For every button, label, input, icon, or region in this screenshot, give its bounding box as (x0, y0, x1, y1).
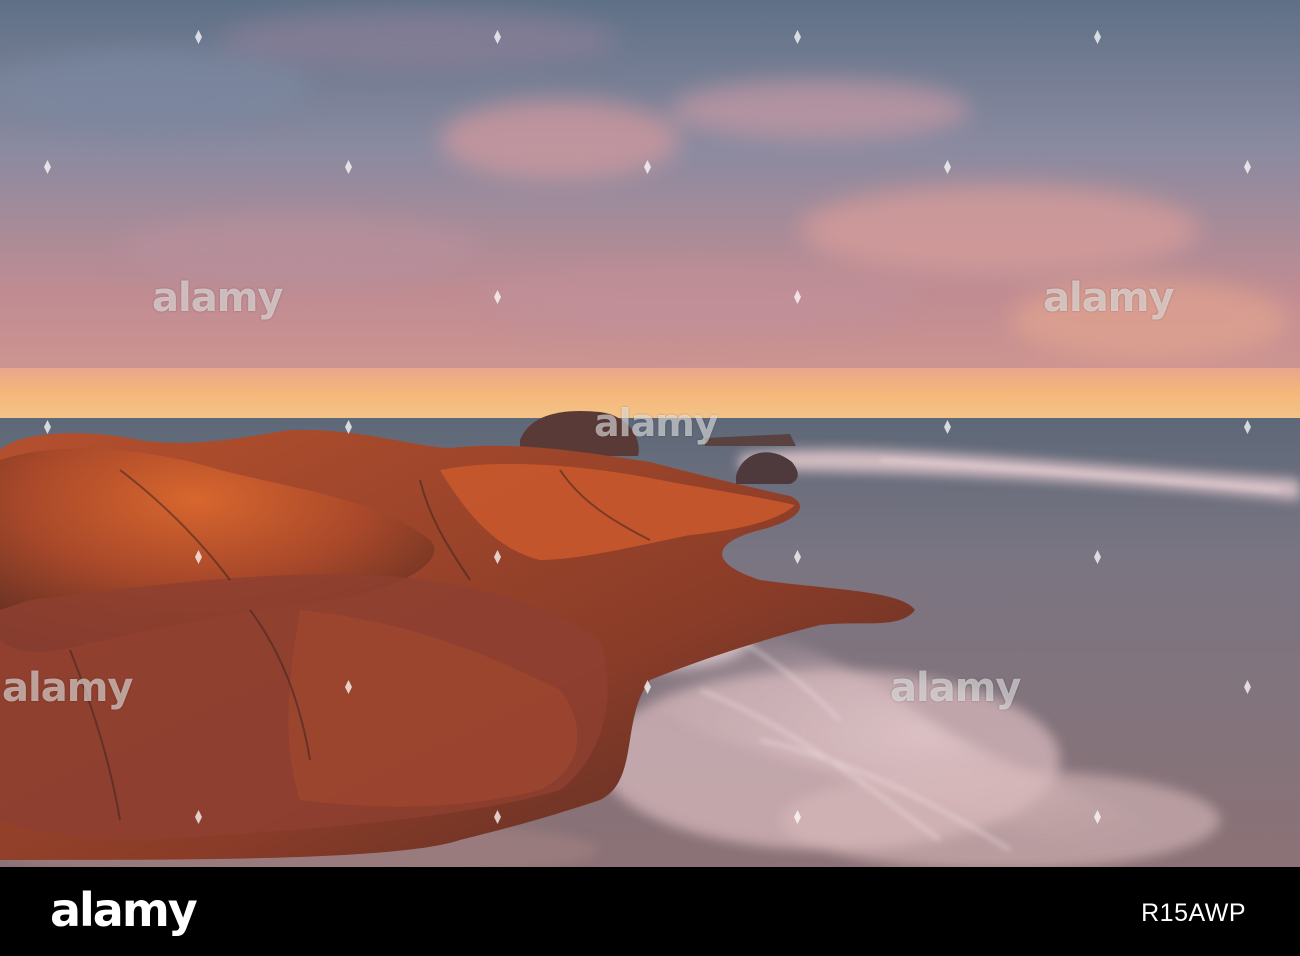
horizon-glow (0, 368, 1300, 420)
photo-canvas (0, 0, 1300, 867)
alamy-logo[interactable]: alamy (50, 883, 198, 937)
image-id: R15AWP (1141, 899, 1246, 927)
footer-bar: alamy R15AWP (0, 867, 1300, 956)
photo: alamy alamy alamy alamy alamy (0, 0, 1300, 867)
